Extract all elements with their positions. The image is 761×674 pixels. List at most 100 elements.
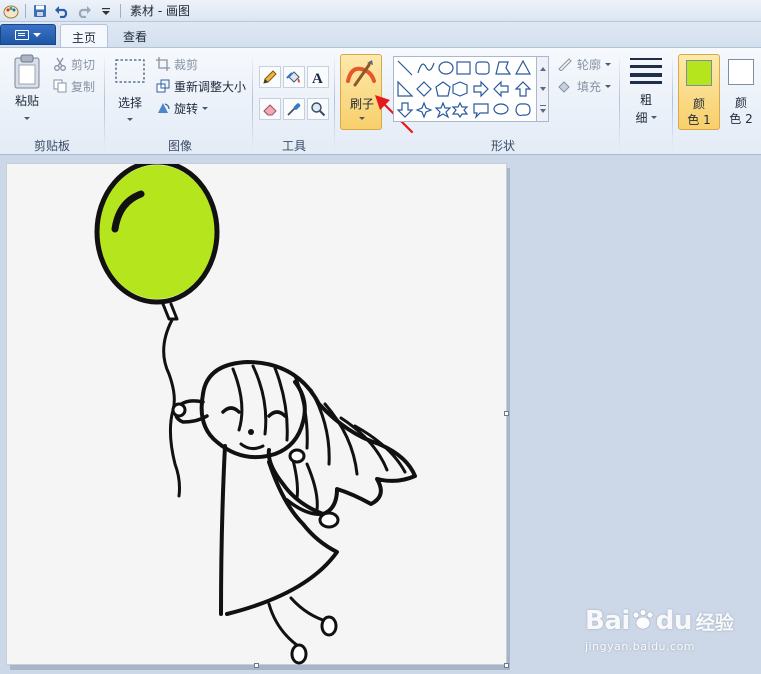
- select-label: 选择: [117, 96, 142, 110]
- resize-icon: [156, 79, 170, 93]
- crop-button[interactable]: 裁剪: [156, 55, 198, 73]
- curve-shape-icon: [417, 62, 435, 74]
- fill-bucket-icon[interactable]: [283, 66, 305, 88]
- chevron-down-icon: [33, 32, 41, 37]
- save-icon[interactable]: [29, 0, 51, 22]
- resize-handle-bottom[interactable]: [254, 663, 259, 668]
- brush-icon: [346, 60, 376, 87]
- size-dropdown-icon: [650, 116, 657, 119]
- pencil-icon[interactable]: [259, 66, 281, 88]
- group-divider: [672, 54, 673, 150]
- title-bar: 素材 - 画图: [0, 0, 761, 22]
- six-point-star-shape-icon: [451, 101, 469, 119]
- baidu-watermark: Bai du 经验 jingyan.baidu.com: [585, 606, 734, 653]
- window-title: 素材 - 画图: [130, 4, 190, 18]
- select-button[interactable]: 选择: [112, 58, 148, 121]
- tools-group-label: 工具: [281, 139, 306, 153]
- rotate-button[interactable]: 旋转: [156, 99, 209, 117]
- rotate-icon: [158, 103, 170, 113]
- scissors-icon: [54, 57, 66, 71]
- copy-label: 复制: [71, 79, 96, 94]
- title-separator: [120, 3, 121, 18]
- color2-label-1: 颜: [734, 96, 747, 110]
- up-arrow-shape-icon: [514, 81, 532, 97]
- diamond-shape-icon: [416, 81, 432, 97]
- hexagon-shape-icon: [452, 81, 468, 97]
- tab-view[interactable]: 查看: [112, 24, 158, 48]
- color-picker-icon[interactable]: [283, 98, 305, 120]
- scroll-down-icon: [540, 87, 546, 91]
- paint-menu-button[interactable]: [0, 24, 56, 45]
- fill-button[interactable]: 填充: [557, 77, 612, 95]
- cut-button[interactable]: 剪切: [53, 55, 95, 73]
- eraser-icon[interactable]: [259, 98, 281, 120]
- image-group-label: 图像: [167, 139, 192, 153]
- ribbon-tab-row: 主页 查看: [0, 22, 761, 48]
- rounded-callout-shape-icon: [473, 103, 489, 119]
- outline-button[interactable]: 轮廓: [557, 55, 612, 73]
- color2-button[interactable]: 颜 色 2: [724, 54, 758, 130]
- rectangle-shape-icon: [456, 61, 471, 75]
- paste-dropdown-icon: [24, 117, 30, 120]
- customize-dropdown-icon[interactable]: [95, 0, 117, 22]
- text-icon[interactable]: A: [307, 66, 329, 88]
- group-divider: [334, 54, 335, 150]
- scroll-up-icon: [540, 67, 546, 71]
- paste-button[interactable]: 粘贴: [10, 54, 44, 120]
- copy-button[interactable]: 复制: [53, 77, 95, 95]
- rounded-rectangle-shape-icon: [475, 61, 490, 75]
- paint-app-icon[interactable]: [0, 0, 22, 22]
- triangle-shape-icon: [514, 59, 532, 75]
- four-point-star-shape-icon: [415, 101, 433, 119]
- down-arrow-shape-icon: [396, 102, 414, 118]
- cloud-callout-shape-icon: [515, 103, 531, 117]
- left-arrow-shape-icon: [493, 80, 509, 98]
- magnifier-icon[interactable]: [307, 98, 329, 120]
- watermark-brand-cn: 经验: [695, 612, 734, 634]
- resize-label: 重新调整大小: [174, 79, 247, 94]
- paste-label: 粘贴: [14, 94, 39, 108]
- clipboard-group-label: 剪贴板: [33, 139, 70, 153]
- group-divider: [619, 54, 620, 150]
- outline-dropdown-icon: [605, 62, 612, 66]
- color2-label-2: 色 2: [729, 112, 753, 126]
- crop-icon: [156, 57, 170, 71]
- fill-dropdown-icon: [605, 84, 612, 88]
- oval-shape-icon: [438, 61, 454, 75]
- fill-label: 填充: [577, 79, 602, 94]
- rotate-dropdown-icon: [202, 106, 209, 110]
- redo-icon[interactable]: [73, 0, 95, 22]
- svg-text:A: A: [312, 71, 323, 85]
- line-shape-icon: [397, 60, 413, 76]
- undo-icon[interactable]: [51, 0, 73, 22]
- right-triangle-shape-icon: [397, 80, 414, 97]
- rotate-label: 旋转: [174, 101, 199, 116]
- right-arrow-shape-icon: [473, 80, 489, 98]
- shapes-gallery[interactable]: [393, 56, 537, 122]
- paw-logo-icon: [632, 609, 654, 630]
- polygon-shape-icon: [495, 61, 512, 75]
- shapes-icons: [396, 59, 532, 119]
- pentagon-shape-icon: [435, 81, 451, 97]
- watermark-brand-bai: Bai: [585, 606, 630, 636]
- cut-label: 剪切: [71, 57, 96, 72]
- color1-label-1: 颜: [692, 97, 705, 111]
- quick-access-separator: [25, 3, 26, 18]
- outline-label: 轮廓: [577, 57, 602, 72]
- size-button[interactable]: 粗 细: [626, 56, 666, 126]
- color1-label-2: 色 1: [687, 113, 711, 127]
- fill-icon: [558, 81, 570, 93]
- five-point-star-shape-icon: [434, 101, 452, 119]
- resize-handle-corner[interactable]: [504, 663, 509, 668]
- resize-button[interactable]: 重新调整大小: [156, 77, 246, 95]
- shapes-group-label: 形状: [490, 139, 515, 153]
- color1-button[interactable]: 颜 色 1: [678, 54, 720, 130]
- drawing-canvas[interactable]: [6, 159, 507, 665]
- select-rectangle-icon: [115, 59, 145, 83]
- outline-icon: [558, 58, 572, 71]
- resize-handle-right[interactable]: [504, 411, 509, 416]
- clipboard-icon: [14, 54, 40, 89]
- shapes-scrollbar[interactable]: [537, 56, 549, 122]
- tab-home[interactable]: 主页: [60, 24, 108, 48]
- ribbon: 粘贴 剪切 复制 剪贴板 选择 裁剪 重新调整大小 旋转 图像 A 工具 刷子 …: [0, 47, 761, 155]
